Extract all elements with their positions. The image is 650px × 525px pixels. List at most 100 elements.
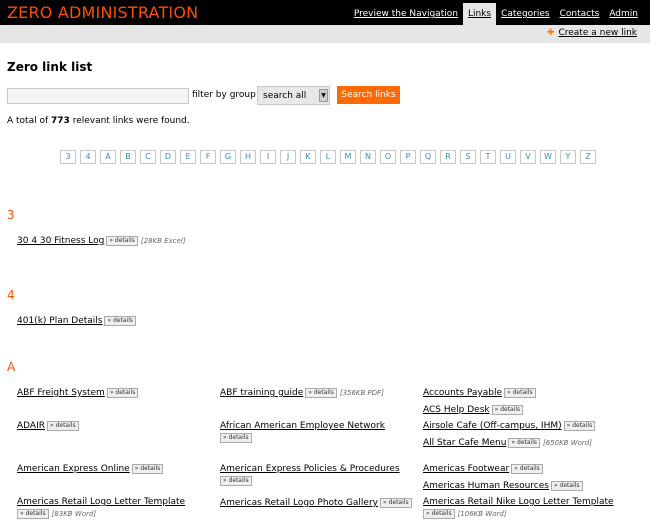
link-title[interactable]: ADAIR [17,421,45,431]
details-button[interactable]: » details [511,464,543,474]
alpha-link[interactable]: G [220,150,236,164]
link-item: ABF Freight System» details [17,388,139,398]
link-title[interactable]: ABF training guide [220,388,303,398]
alpha-link[interactable]: U [500,150,516,164]
alpha-link[interactable]: Q [420,150,436,164]
alpha-link[interactable]: N [360,150,376,164]
link-title[interactable]: African American Employee Network [220,421,385,431]
link-title[interactable]: American Express Policies & Procedures [220,464,400,474]
alpha-link[interactable]: T [480,150,496,164]
link-title[interactable]: 401(k) Plan Details [17,316,102,326]
details-button[interactable]: » details [305,388,337,398]
alpha-link[interactable]: F [200,150,216,164]
nav-links[interactable]: Links [462,3,497,25]
details-button[interactable]: » details [423,509,455,519]
alpha-link[interactable]: C [140,150,156,164]
details-button[interactable]: » details [508,438,540,448]
alpha-link[interactable]: H [240,150,256,164]
nav-categories[interactable]: Categories [496,3,555,25]
alpha-link[interactable]: Y [560,150,576,164]
link-title[interactable]: Americas Retail Logo Letter Template [17,497,185,507]
nav-admin[interactable]: Admin [604,3,643,25]
alpha-link[interactable]: B [120,150,136,164]
alpha-link[interactable]: I [260,150,276,164]
details-button[interactable]: » details [550,481,583,491]
group-select[interactable]: search all ▼ [257,86,330,105]
details-button[interactable]: » details [491,405,524,415]
alpha-link[interactable]: E [180,150,196,164]
file-meta: [83KB Word] [51,510,97,518]
link-title[interactable]: 30 4 30 Fitness Log [17,236,104,246]
alpha-link[interactable]: S [460,150,476,164]
details-button[interactable]: » details [47,421,79,431]
alpha-link[interactable]: L [320,150,336,164]
link-item: ACS Help Desk» details [423,405,524,415]
nav-preview-navigation[interactable]: Preview the Navigation [349,3,463,25]
alpha-link[interactable]: R [440,150,456,164]
section-heading: A [7,360,16,374]
results-summary: A total of 773 relevant links were found… [7,116,190,126]
link-title[interactable]: Americas Human Resources [423,481,549,491]
alpha-link[interactable]: K [300,150,316,164]
alpha-link[interactable]: 3 [60,150,76,164]
details-button[interactable]: » details [504,388,536,398]
total-prefix: A total of [7,116,49,126]
alpha-link[interactable]: 4 [80,150,96,164]
details-button[interactable]: » details [104,316,137,326]
details-button[interactable]: » details [220,433,252,443]
link-title[interactable]: Accounts Payable [423,388,502,398]
app-title: ZERO ADMINISTRATION [7,3,199,22]
nav-contacts[interactable]: Contacts [555,3,605,25]
link-title[interactable]: All Star Cafe Menu [423,438,506,448]
link-title[interactable]: Americas Retail Nike Logo Letter Templat… [423,497,614,507]
file-meta: [650KB Word] [543,439,592,447]
alpha-link[interactable]: M [340,150,356,164]
alpha-link[interactable]: A [100,150,116,164]
link-title[interactable]: American Express Online [17,464,130,474]
details-button[interactable]: » details [106,388,139,398]
details-button[interactable]: » details [220,476,252,486]
link-item: Americas Footwear» details [423,464,543,474]
link-item: Americas Human Resources» details [423,481,583,491]
alpha-link[interactable]: Z [580,150,596,164]
link-item: African American Employee Network [220,421,385,431]
main-nav: Preview the Navigation Links Categories … [349,3,643,25]
details-button[interactable]: » details [131,464,164,474]
section-heading: 4 [7,288,15,302]
section-heading: 3 [7,208,15,222]
alpha-link[interactable]: O [380,150,396,164]
file-meta: [28KB Excel] [140,237,186,245]
link-item: Americas Retail Logo Photo Gallery» deta… [220,498,412,508]
link-item: American Express Policies & Procedures [220,464,400,474]
search-input[interactable] [7,88,189,104]
details-button[interactable]: » details [563,421,596,431]
chevron-down-icon[interactable]: ▼ [319,89,328,102]
link-item: Americas Retail Logo Letter Template [17,497,185,507]
details-button[interactable]: » details [380,498,412,508]
group-select-value: search all [263,91,307,101]
create-link-button[interactable]: ✚ Create a new link [547,28,637,38]
total-count: 773 [51,116,70,126]
link-title[interactable]: Americas Footwear [423,464,509,474]
link-title[interactable]: Americas Retail Logo Photo Gallery [220,498,378,508]
file-meta: [356KB PDF] [339,389,384,397]
alpha-link[interactable]: D [160,150,176,164]
link-details-row: » details [106KB Word] [423,509,507,519]
alpha-link[interactable]: W [540,150,556,164]
sub-bar: ✚ Create a new link [0,25,650,43]
link-details-row: » details [220,476,252,486]
details-button[interactable]: » details [17,509,49,519]
alpha-link[interactable]: V [520,150,536,164]
search-button[interactable]: Search links [337,86,400,104]
link-item: Accounts Payable» details [423,388,536,398]
top-bar: ZERO ADMINISTRATION Preview the Navigati… [0,0,650,25]
link-item: ADAIR» details [17,421,79,431]
alpha-link[interactable]: P [400,150,416,164]
link-details-row: » details [83KB Word] [17,509,96,519]
details-button[interactable]: » details [106,236,138,246]
alpha-link[interactable]: J [280,150,296,164]
link-title[interactable]: ABF Freight System [17,388,105,398]
link-title[interactable]: Airsole Cafe (Off-campus, IHM) [423,421,562,431]
link-title[interactable]: ACS Help Desk [423,405,490,415]
link-item: ABF training guide» details [356KB PDF] [220,388,384,398]
